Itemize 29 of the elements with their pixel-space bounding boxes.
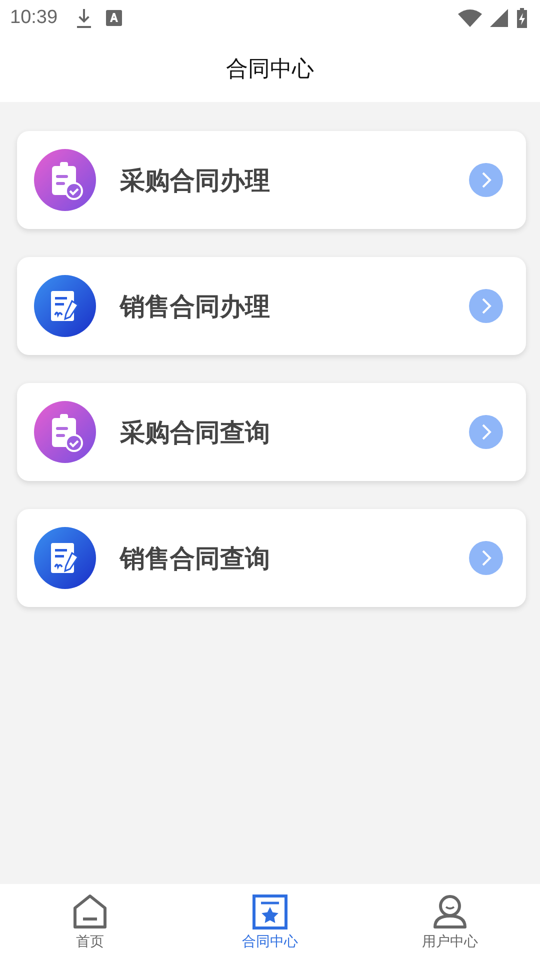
chevron-right-icon xyxy=(469,415,503,449)
nav-tab[interactable]: 合同中心 xyxy=(180,884,360,960)
nav-tab[interactable]: 首页 xyxy=(0,884,180,960)
battery-icon xyxy=(516,8,528,28)
clipboard-icon xyxy=(34,401,96,463)
card-label: 采购合同办理 xyxy=(120,164,271,196)
page-title: 合同中心 xyxy=(226,56,314,84)
keyboard-icon xyxy=(106,10,122,26)
card-label: 销售合同办理 xyxy=(120,290,271,322)
nav-tab[interactable]: 用户中心 xyxy=(360,884,540,960)
menu-card[interactable]: 销售合同办理 xyxy=(17,257,526,355)
status-time: 10:39 xyxy=(10,7,58,29)
menu-card[interactable]: 采购合同查询 xyxy=(17,383,526,481)
user-icon xyxy=(432,894,468,930)
document-pen-icon xyxy=(34,275,96,337)
clipboard-icon xyxy=(34,149,96,211)
wifi-icon xyxy=(458,9,482,27)
star-document-icon xyxy=(252,894,288,930)
chevron-right-icon xyxy=(469,289,503,323)
signal-icon xyxy=(490,9,508,27)
card-label: 销售合同查询 xyxy=(120,542,271,574)
document-pen-icon xyxy=(34,527,96,589)
home-icon xyxy=(72,894,108,930)
chevron-right-icon xyxy=(469,541,503,575)
menu-card[interactable]: 销售合同查询 xyxy=(17,509,526,607)
download-icon xyxy=(76,8,92,28)
card-label: 采购合同查询 xyxy=(120,416,271,448)
chevron-right-icon xyxy=(469,163,503,197)
menu-card[interactable]: 采购合同办理 xyxy=(17,131,526,229)
